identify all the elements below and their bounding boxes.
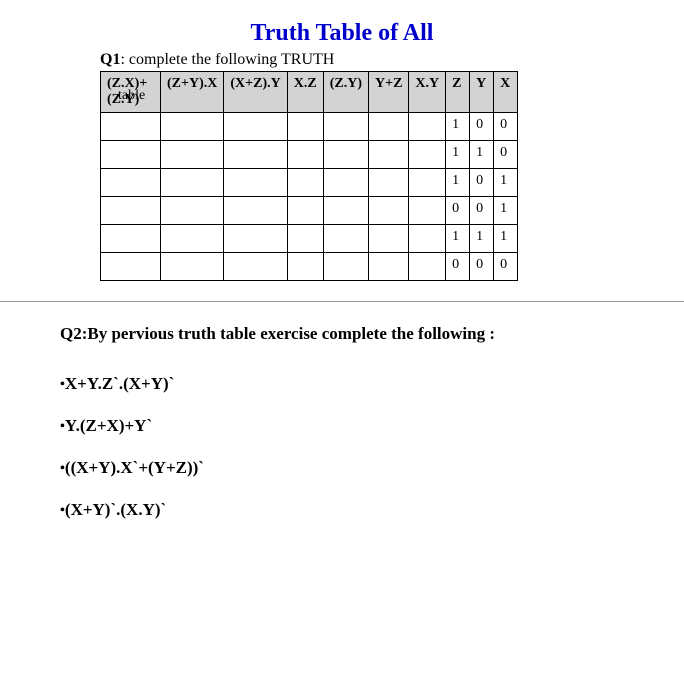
cell: [161, 113, 224, 141]
cell: [224, 253, 287, 281]
table-row: 1 1 0: [101, 141, 518, 169]
expression-text: ((X+Y).X`+(Y+Z))`: [65, 458, 204, 477]
cell-x: 0: [494, 253, 518, 281]
q2-prompt: Q2:By pervious truth table exercise comp…: [60, 324, 644, 344]
truth-table: (Z.X)+(Z.Y) (Z+Y).X (X+Z).Y X.Z (Z.Y) Y+…: [100, 71, 518, 281]
cell-x: 0: [494, 113, 518, 141]
expression-item: •Y.(Z+X)+Y`: [60, 416, 644, 436]
q1-note-overlay: table: [118, 88, 145, 104]
cell-z: 0: [446, 197, 470, 225]
cell: [323, 113, 368, 141]
header-col-2: (X+Z).Y: [224, 72, 287, 113]
cell-y: 0: [470, 253, 494, 281]
cell: [409, 141, 446, 169]
cell: [287, 197, 323, 225]
cell: [409, 113, 446, 141]
cell-x: 1: [494, 197, 518, 225]
cell-z: 1: [446, 113, 470, 141]
cell-z: 0: [446, 253, 470, 281]
cell: [368, 113, 408, 141]
expression-text: Y.(Z+X)+Y`: [65, 416, 152, 435]
cell: [287, 225, 323, 253]
cell: [368, 197, 408, 225]
cell: [161, 225, 224, 253]
cell-z: 1: [446, 169, 470, 197]
cell: [323, 169, 368, 197]
cell: [323, 225, 368, 253]
expression-item: •((X+Y).X`+(Y+Z))`: [60, 458, 644, 478]
cell: [161, 253, 224, 281]
cell: [409, 253, 446, 281]
cell: [101, 113, 161, 141]
cell: [368, 169, 408, 197]
cell: [287, 253, 323, 281]
table-row: 0 0 1: [101, 197, 518, 225]
expression-text: X+Y.Z`.(X+Y)`: [65, 374, 174, 393]
cell-x: 0: [494, 141, 518, 169]
header-col-7: Z: [446, 72, 470, 113]
cell-x: 1: [494, 225, 518, 253]
cell: [323, 253, 368, 281]
cell: [368, 253, 408, 281]
table-row: 0 0 0: [101, 253, 518, 281]
table-row: 1 1 1: [101, 225, 518, 253]
cell: [409, 197, 446, 225]
cell: [323, 141, 368, 169]
cell-y: 1: [470, 225, 494, 253]
cell-y: 1: [470, 141, 494, 169]
cell: [368, 141, 408, 169]
header-col-4: (Z.Y): [323, 72, 368, 113]
cell: [368, 225, 408, 253]
header-col-5: Y+Z: [368, 72, 408, 113]
header-col-1: (Z+Y).X: [161, 72, 224, 113]
expression-item: •X+Y.Z`.(X+Y)`: [60, 374, 644, 394]
cell-y: 0: [470, 113, 494, 141]
cell: [161, 141, 224, 169]
cell-z: 1: [446, 225, 470, 253]
cell: [101, 141, 161, 169]
header-col-8: Y: [470, 72, 494, 113]
cell: [101, 225, 161, 253]
cell: [287, 169, 323, 197]
cell-z: 1: [446, 141, 470, 169]
cell: [224, 169, 287, 197]
cell: [161, 197, 224, 225]
cell: [101, 197, 161, 225]
q1-prompt: Q1: complete the following TRUTH: [100, 51, 644, 69]
q1-prefix: Q1: [100, 51, 120, 68]
divider: [0, 301, 684, 302]
table-row: 1 0 0: [101, 113, 518, 141]
header-col-6: X.Y: [409, 72, 446, 113]
table-header-row: (Z.X)+(Z.Y) (Z+Y).X (X+Z).Y X.Z (Z.Y) Y+…: [101, 72, 518, 113]
cell: [224, 225, 287, 253]
cell: [224, 197, 287, 225]
cell: [409, 169, 446, 197]
cell-x: 1: [494, 169, 518, 197]
cell: [287, 141, 323, 169]
expression-item: •(X+Y)`.(X.Y)`: [60, 500, 644, 520]
page-title: Truth Table of All: [40, 20, 644, 47]
cell: [409, 225, 446, 253]
cell: [224, 141, 287, 169]
expression-text: (X+Y)`.(X.Y)`: [65, 500, 166, 519]
cell-y: 0: [470, 169, 494, 197]
table-row: 1 0 1: [101, 169, 518, 197]
cell: [323, 197, 368, 225]
expression-list: •X+Y.Z`.(X+Y)` •Y.(Z+X)+Y` •((X+Y).X`+(Y…: [60, 374, 644, 520]
q1-text: : complete the following TRUTH: [120, 51, 334, 68]
cell: [101, 253, 161, 281]
cell-y: 0: [470, 197, 494, 225]
cell: [161, 169, 224, 197]
header-col-9: X: [494, 72, 518, 113]
header-col-3: X.Z: [287, 72, 323, 113]
cell: [224, 113, 287, 141]
cell: [101, 169, 161, 197]
cell: [287, 113, 323, 141]
